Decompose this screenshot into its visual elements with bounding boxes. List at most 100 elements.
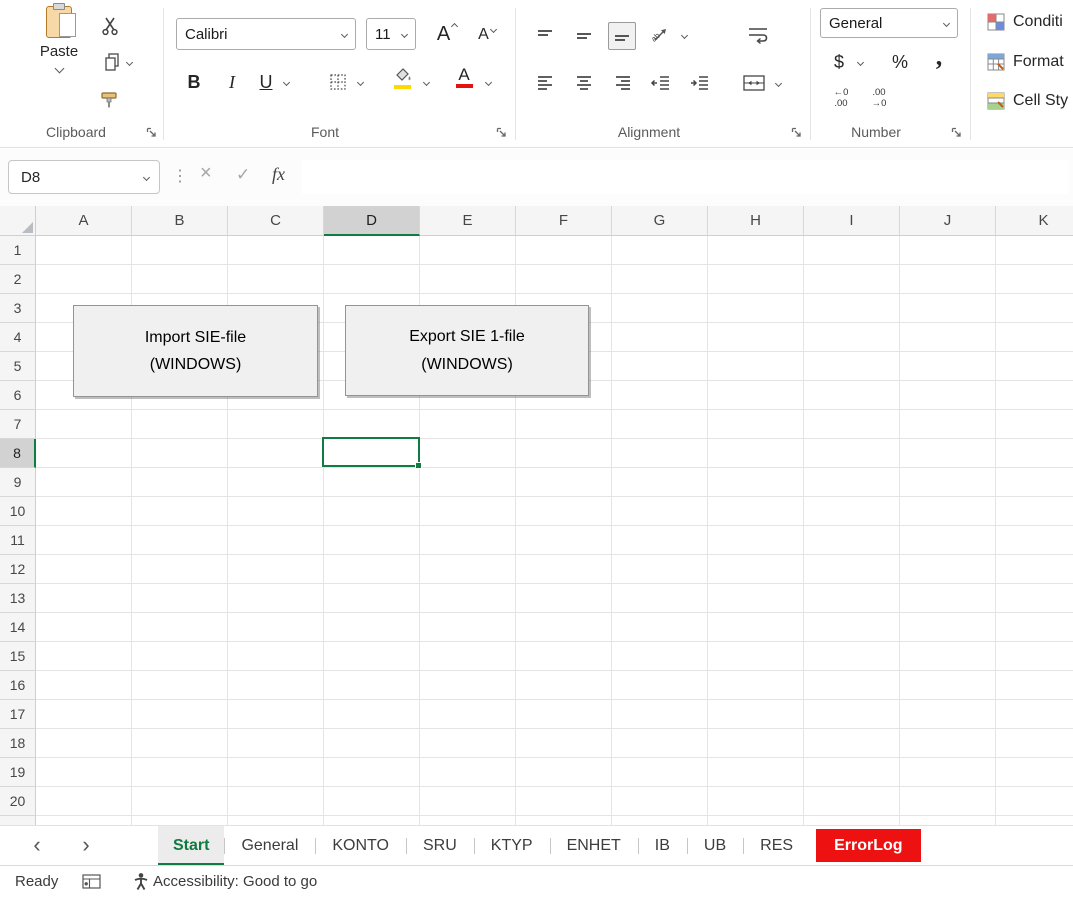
- row-header-partial[interactable]: [0, 816, 36, 825]
- row-header-4[interactable]: 4: [0, 323, 36, 352]
- sheet-tab-start[interactable]: Start: [158, 826, 224, 866]
- align-left-button[interactable]: [532, 70, 558, 96]
- column-header-g[interactable]: G: [612, 206, 708, 236]
- shrink-font-button[interactable]: A: [470, 20, 502, 50]
- row-header-2[interactable]: 2: [0, 265, 36, 294]
- sheet-tab-ib[interactable]: IB: [638, 826, 687, 866]
- sheet-tab-general[interactable]: General: [224, 826, 315, 866]
- row-header-12[interactable]: 12: [0, 555, 36, 584]
- font-size-combo[interactable]: 11: [366, 18, 416, 50]
- macro-record-button[interactable]: [82, 874, 102, 894]
- currency-chevron-icon[interactable]: [857, 59, 864, 66]
- column-header-a[interactable]: A: [36, 206, 132, 236]
- sheet-tab-errorlog[interactable]: ErrorLog: [816, 829, 920, 862]
- percent-format-button[interactable]: %: [888, 48, 912, 76]
- column-header-i[interactable]: I: [804, 206, 900, 236]
- clipboard-dialog-launcher[interactable]: [145, 126, 158, 144]
- row-header-10[interactable]: 10: [0, 497, 36, 526]
- decrease-decimal-button[interactable]: .00 →0: [864, 86, 894, 112]
- column-header-e[interactable]: E: [420, 206, 516, 236]
- wrap-text-button[interactable]: [744, 22, 772, 48]
- column-header-f[interactable]: F: [516, 206, 612, 236]
- underline-chevron-icon[interactable]: [283, 79, 290, 86]
- grow-font-button[interactable]: A: [430, 18, 462, 50]
- row-header-3[interactable]: 3: [0, 294, 36, 323]
- orientation-chevron-icon[interactable]: [681, 32, 688, 39]
- font-color-chevron-icon[interactable]: [485, 79, 492, 86]
- next-sheet-arrow[interactable]: ›: [75, 832, 97, 858]
- align-right-button[interactable]: [610, 70, 636, 96]
- fill-handle[interactable]: [415, 462, 422, 469]
- column-header-d[interactable]: D: [324, 206, 420, 236]
- row-header-5[interactable]: 5: [0, 352, 36, 381]
- borders-chevron-icon[interactable]: [357, 79, 364, 86]
- row-header-20[interactable]: 20: [0, 787, 36, 816]
- borders-button[interactable]: [326, 70, 350, 94]
- column-header-b[interactable]: B: [132, 206, 228, 236]
- row-header-13[interactable]: 13: [0, 584, 36, 613]
- number-format-combo[interactable]: General: [820, 8, 958, 38]
- column-header-h[interactable]: H: [708, 206, 804, 236]
- align-top-button[interactable]: [532, 24, 558, 48]
- orientation-button[interactable]: ab: [648, 22, 674, 48]
- enter-icon[interactable]: ✓: [236, 165, 250, 185]
- column-header-j[interactable]: J: [900, 206, 996, 236]
- column-header-k[interactable]: K: [996, 206, 1073, 236]
- comma-format-button[interactable]: ,: [928, 42, 950, 72]
- font-color-button[interactable]: A: [452, 66, 476, 96]
- row-header-6[interactable]: 6: [0, 381, 36, 410]
- cell-styles-button[interactable]: Cell Sty: [986, 91, 1068, 111]
- row-header-18[interactable]: 18: [0, 729, 36, 758]
- fill-color-chevron-icon[interactable]: [423, 79, 430, 86]
- row-header-1[interactable]: 1: [0, 236, 36, 265]
- align-center-button[interactable]: [571, 70, 597, 96]
- name-box[interactable]: D8: [8, 160, 160, 194]
- decrease-indent-button[interactable]: [648, 70, 674, 96]
- formula-input[interactable]: [302, 160, 1069, 194]
- select-all-corner[interactable]: [0, 206, 36, 236]
- copy-button[interactable]: [94, 48, 138, 76]
- sheet-tab-ktyp[interactable]: KTYP: [474, 826, 550, 866]
- merge-center-chevron-icon[interactable]: [775, 80, 782, 87]
- increase-decimal-button[interactable]: ←0 .00: [826, 86, 856, 112]
- row-header-16[interactable]: 16: [0, 671, 36, 700]
- accessibility-checker-button[interactable]: [133, 872, 149, 895]
- merge-center-button[interactable]: [740, 70, 768, 96]
- fill-color-button[interactable]: [390, 66, 414, 96]
- conditional-formatting-button[interactable]: Conditi: [986, 12, 1063, 32]
- number-dialog-launcher[interactable]: [950, 126, 963, 144]
- cancel-icon[interactable]: ×: [200, 162, 212, 185]
- sheet-tab-res[interactable]: RES: [743, 826, 810, 866]
- alignment-dialog-launcher[interactable]: [790, 126, 803, 144]
- format-as-table-button[interactable]: Format: [986, 52, 1064, 72]
- row-header-7[interactable]: 7: [0, 410, 36, 439]
- row-header-11[interactable]: 11: [0, 526, 36, 555]
- currency-format-button[interactable]: $: [828, 48, 850, 76]
- row-header-17[interactable]: 17: [0, 700, 36, 729]
- row-header-15[interactable]: 15: [0, 642, 36, 671]
- paste-button[interactable]: Paste: [32, 6, 86, 120]
- insert-function-button[interactable]: fx: [272, 164, 285, 185]
- align-middle-button[interactable]: [571, 24, 597, 48]
- row-header-19[interactable]: 19: [0, 758, 36, 787]
- import-sie-button[interactable]: Import SIE-file (WINDOWS): [73, 305, 318, 397]
- cut-button[interactable]: [96, 12, 124, 40]
- more-options-icon[interactable]: ⋮: [172, 166, 188, 186]
- row-header-9[interactable]: 9: [0, 468, 36, 497]
- increase-indent-button[interactable]: [687, 70, 713, 96]
- font-dialog-launcher[interactable]: [495, 126, 508, 144]
- align-bottom-button[interactable]: [608, 22, 636, 50]
- sheet-tab-konto[interactable]: KONTO: [315, 826, 406, 866]
- font-name-combo[interactable]: Calibri: [176, 18, 356, 50]
- bold-button[interactable]: B: [182, 66, 206, 98]
- row-header-8[interactable]: 8: [0, 439, 36, 468]
- sheet-tab-enhet[interactable]: ENHET: [550, 826, 638, 866]
- sheet-tab-sru[interactable]: SRU: [406, 826, 474, 866]
- prev-sheet-arrow[interactable]: ‹: [26, 832, 48, 858]
- export-sie-button[interactable]: Export SIE 1-file (WINDOWS): [345, 305, 589, 396]
- column-header-c[interactable]: C: [228, 206, 324, 236]
- format-painter-button[interactable]: [94, 86, 124, 114]
- selected-cell-d8[interactable]: [322, 437, 420, 467]
- row-header-14[interactable]: 14: [0, 613, 36, 642]
- italic-button[interactable]: I: [220, 66, 244, 98]
